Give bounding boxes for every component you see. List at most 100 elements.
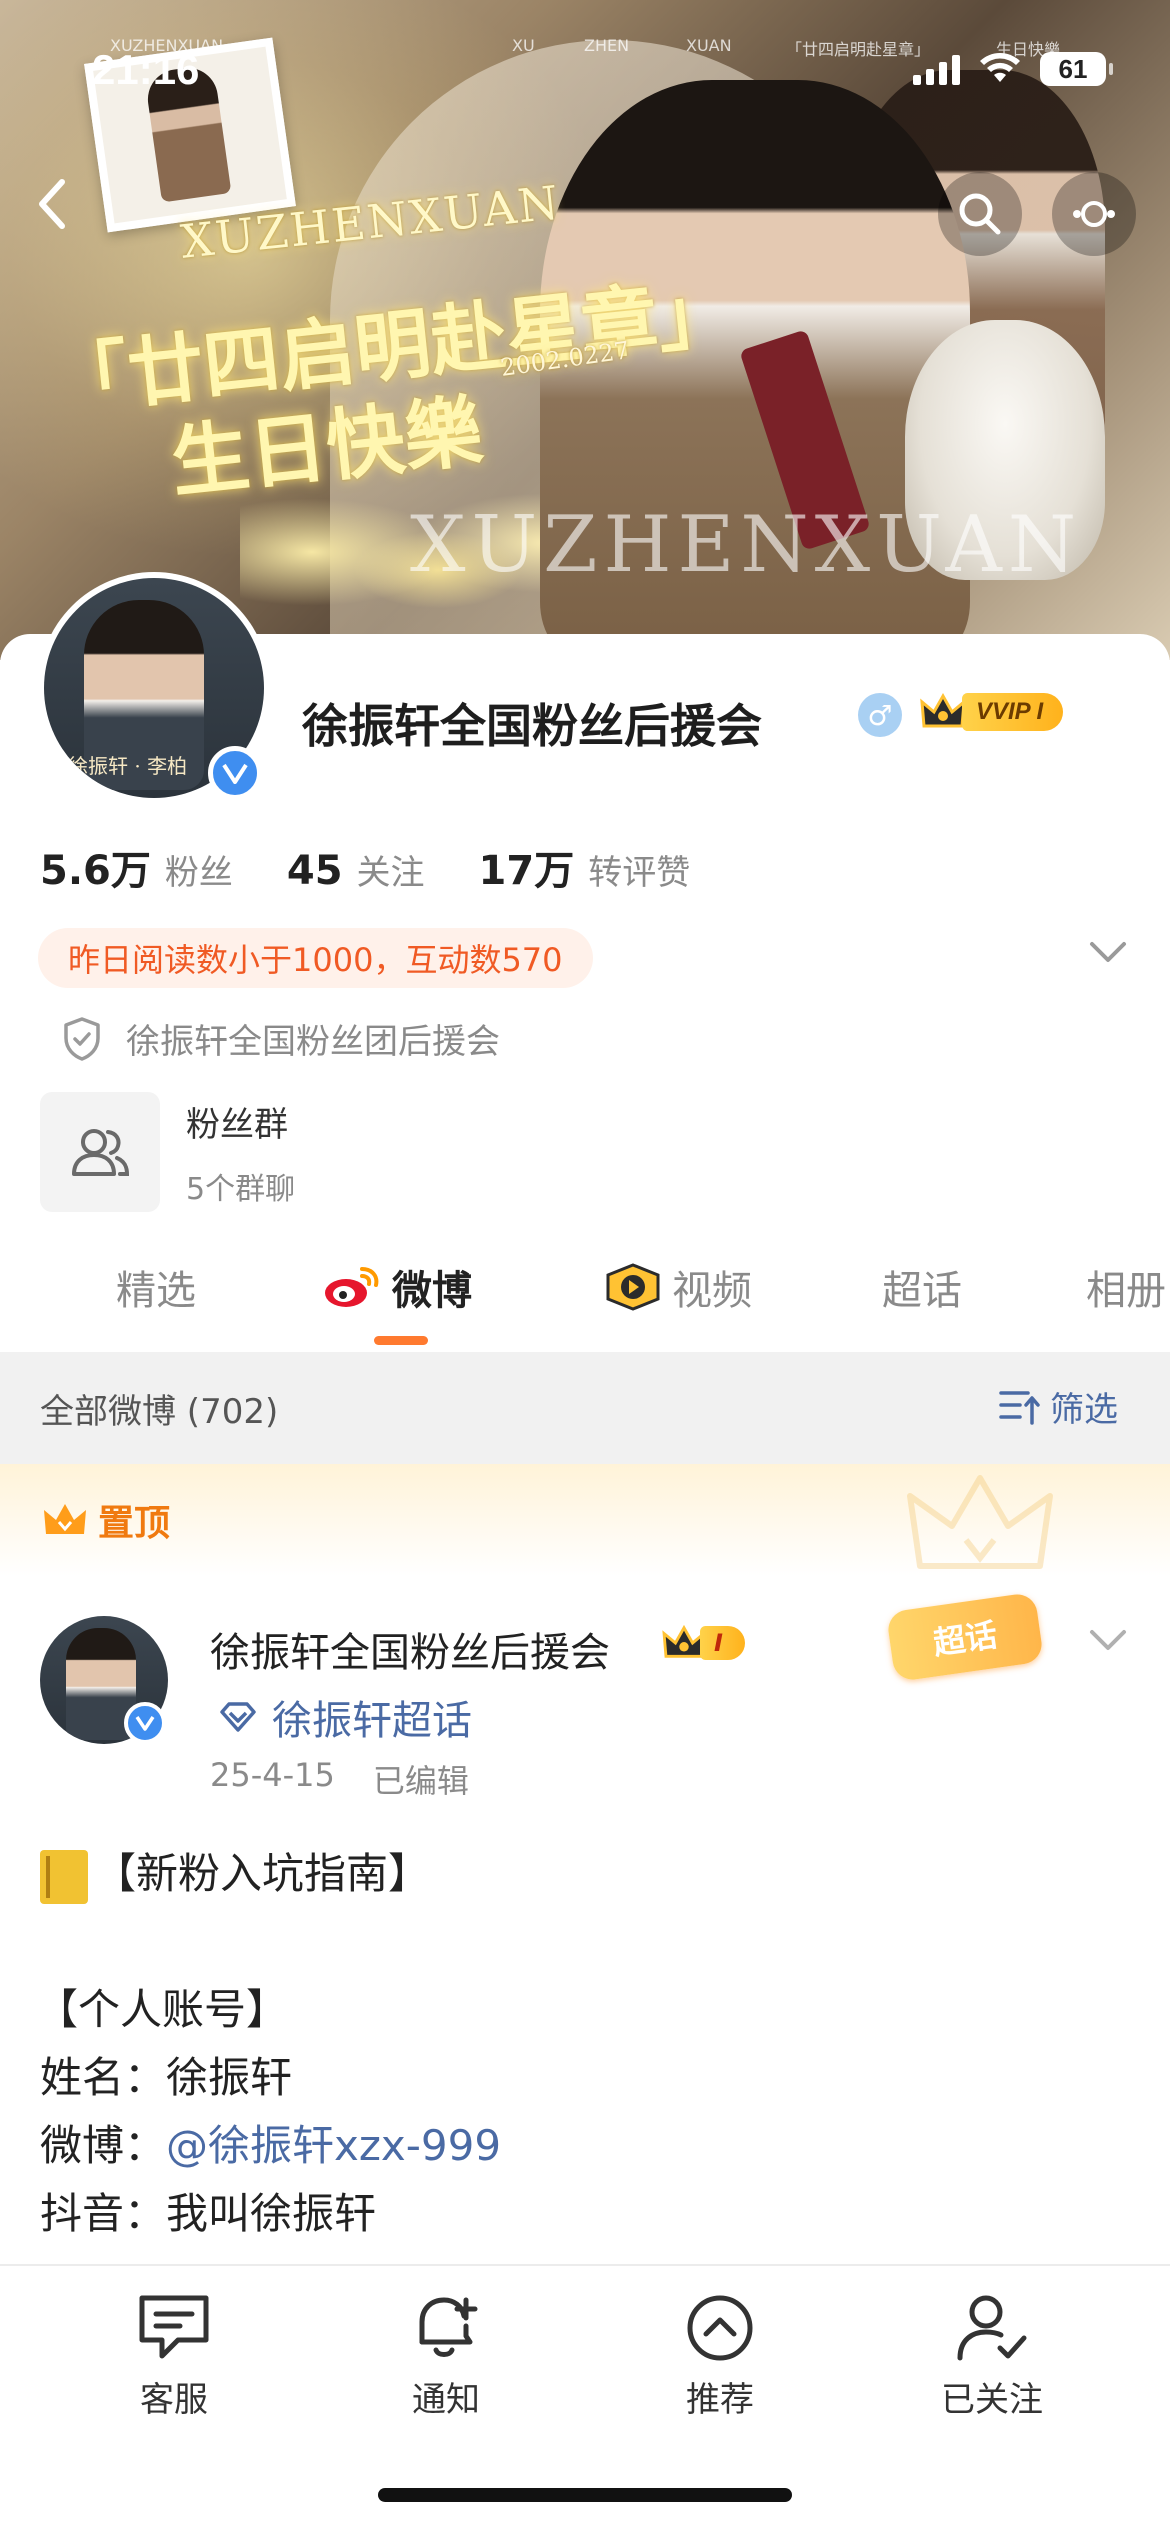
followed-button[interactable]: 已关注 bbox=[892, 2292, 1092, 2421]
notification-button[interactable]: 通知 bbox=[346, 2292, 546, 2421]
tab-album[interactable]: 相册 bbox=[1086, 1252, 1166, 1322]
search-button[interactable] bbox=[938, 172, 1022, 256]
tab-label: 精选 bbox=[116, 1268, 196, 1314]
read-stats-pill[interactable]: 昨日阅读数小于1000，互动数570 bbox=[38, 928, 593, 988]
stat-followers[interactable]: 5.6万 粉丝 bbox=[40, 838, 233, 896]
active-tab-indicator bbox=[374, 1336, 428, 1345]
stat-interactions[interactable]: 17万 转评赞 bbox=[479, 838, 691, 896]
all-weibo-count: 全部微博 (702) bbox=[40, 1392, 279, 1432]
organization-row: 徐振轩全国粉丝团后援会 bbox=[62, 1014, 500, 1063]
stat-value: 17万 bbox=[478, 848, 575, 894]
search-icon bbox=[959, 193, 1001, 235]
vvip-badge[interactable]: VVIP I bbox=[918, 690, 1064, 734]
male-gender-icon: ♂ bbox=[858, 693, 902, 737]
tab-label: 相册 bbox=[1086, 1268, 1166, 1314]
organization-label: 徐振轩全国粉丝团后援会 bbox=[126, 1022, 500, 1062]
member-badge-level: I bbox=[700, 1626, 745, 1660]
cellular-signal-icon bbox=[913, 53, 960, 85]
tab-label: 视频 bbox=[672, 1268, 752, 1314]
fan-group-card[interactable]: 粉丝群 5个群聊 bbox=[40, 1092, 295, 1212]
chevron-left-icon bbox=[39, 179, 65, 229]
post-edited: 已编辑 bbox=[372, 1762, 469, 1800]
crown-icon bbox=[918, 690, 968, 734]
bottom-label: 通知 bbox=[412, 2380, 480, 2420]
stat-label: 粉丝 bbox=[164, 853, 233, 893]
avatar-caption: 徐振轩 · 李柏 bbox=[68, 754, 188, 778]
battery-icon: 61 bbox=[1040, 52, 1113, 86]
diamond-icon bbox=[220, 1702, 256, 1732]
profile-stats: 5.6万 粉丝 45 关注 17万 转评赞 bbox=[40, 838, 744, 896]
post-meta: 25-4-15 已编辑 bbox=[210, 1756, 469, 1802]
post-line-text: 微博： bbox=[40, 2121, 167, 2170]
verified-badge-icon bbox=[124, 1702, 166, 1744]
customer-service-button[interactable]: 客服 bbox=[74, 2292, 274, 2421]
post-line: 姓名：徐振轩 bbox=[40, 2053, 293, 2102]
wifi-icon bbox=[980, 53, 1020, 82]
supertopic-link[interactable]: 徐振轩超话 bbox=[218, 1688, 472, 1746]
tab-video[interactable]: 视频 bbox=[604, 1252, 752, 1322]
chevron-down-icon bbox=[1090, 1630, 1126, 1650]
bottom-label: 已关注 bbox=[941, 2380, 1043, 2420]
bottom-label: 推荐 bbox=[686, 2380, 754, 2420]
more-options-button[interactable] bbox=[1052, 172, 1136, 256]
banner-top-text: ZHEN bbox=[584, 36, 630, 55]
banner-top-text: XUAN bbox=[686, 36, 732, 55]
tab-label: 超话 bbox=[882, 1268, 962, 1314]
pinned-label: 置顶 bbox=[42, 1494, 170, 1546]
banner-top-text: XU bbox=[512, 36, 535, 55]
profile-card bbox=[0, 634, 1170, 2532]
recommend-icon bbox=[687, 2295, 753, 2361]
stat-value: 5.6万 bbox=[40, 848, 151, 894]
recommend-button[interactable]: 推荐 bbox=[620, 2292, 820, 2421]
back-button[interactable] bbox=[20, 172, 84, 236]
tab-supertopic[interactable]: 超话 bbox=[882, 1252, 962, 1322]
weibo-logo-icon bbox=[325, 1267, 379, 1307]
stat-following[interactable]: 45 关注 bbox=[287, 845, 425, 894]
pinned-text: 置顶 bbox=[98, 1503, 171, 1544]
banner-watermark: XUZHENXUAN bbox=[410, 500, 1083, 590]
profile-tabs: 精选 微博 视频 超话 相册 bbox=[0, 1252, 1170, 1342]
tab-featured[interactable]: 精选 bbox=[116, 1252, 196, 1322]
fan-group-title: 粉丝群 bbox=[186, 1104, 288, 1145]
post-line: 抖音：我叫徐振轩 bbox=[40, 2189, 377, 2238]
followed-user-icon bbox=[957, 2295, 1027, 2361]
tab-label: 微博 bbox=[392, 1268, 472, 1314]
video-play-icon bbox=[606, 1263, 660, 1311]
filter-button[interactable]: 筛选 bbox=[998, 1382, 1118, 1431]
post-line: 【个人账号】 bbox=[36, 1985, 289, 2034]
fan-group-subtitle: 5个群聊 bbox=[186, 1171, 296, 1207]
filter-icon bbox=[999, 1390, 1040, 1425]
supertopic-label: 徐振轩超话 bbox=[272, 1698, 472, 1744]
bottom-label: 客服 bbox=[140, 2380, 208, 2420]
chevron-down-icon bbox=[1090, 942, 1126, 962]
banner-top-text: 「廿四启明赴星章」 bbox=[786, 40, 931, 59]
crown-decoration-icon bbox=[907, 1475, 1053, 1569]
filter-label: 筛选 bbox=[1050, 1390, 1118, 1430]
post-line: 【新粉入坑指南】 bbox=[40, 1840, 430, 1904]
expand-profile-button[interactable] bbox=[1088, 940, 1128, 968]
post-menu-button[interactable] bbox=[1088, 1628, 1128, 1656]
fan-group-text: 粉丝群 5个群聊 bbox=[186, 1097, 295, 1208]
stat-label: 转评赞 bbox=[588, 853, 691, 893]
member-badge[interactable]: I bbox=[662, 1624, 745, 1662]
more-icon bbox=[1073, 201, 1115, 227]
shield-icon bbox=[64, 1016, 100, 1061]
post-author-name[interactable]: 徐振轩全国粉丝后援会 bbox=[210, 1620, 610, 1678]
post-line: 微博：@徐振轩xzx-999 bbox=[40, 2112, 501, 2173]
crown-icon bbox=[44, 1504, 86, 1534]
post-date: 25-4-15 bbox=[210, 1756, 335, 1794]
profile-name: 徐振轩全国粉丝后援会 bbox=[302, 699, 762, 753]
profile-banner: XUZHENXUAN XU ZHEN XUAN 「廿四启明赴星章」 生日快樂 X… bbox=[0, 0, 1170, 660]
stat-label: 关注 bbox=[356, 853, 425, 893]
tab-weibo[interactable]: 微博 bbox=[322, 1252, 472, 1322]
mention-link[interactable]: @徐振轩xzx-999 bbox=[166, 2121, 501, 2170]
vvip-label: VVIP I bbox=[962, 693, 1064, 731]
status-icons: 61 bbox=[913, 52, 1113, 86]
verified-badge-icon bbox=[208, 746, 262, 800]
bell-icon bbox=[419, 2297, 478, 2357]
notebook-icon bbox=[40, 1849, 88, 1904]
post-line-text: 【新粉入坑指南】 bbox=[94, 1849, 431, 1898]
stat-value: 45 bbox=[286, 848, 343, 894]
group-chat-icon bbox=[40, 1092, 160, 1212]
home-indicator[interactable] bbox=[378, 2488, 792, 2502]
